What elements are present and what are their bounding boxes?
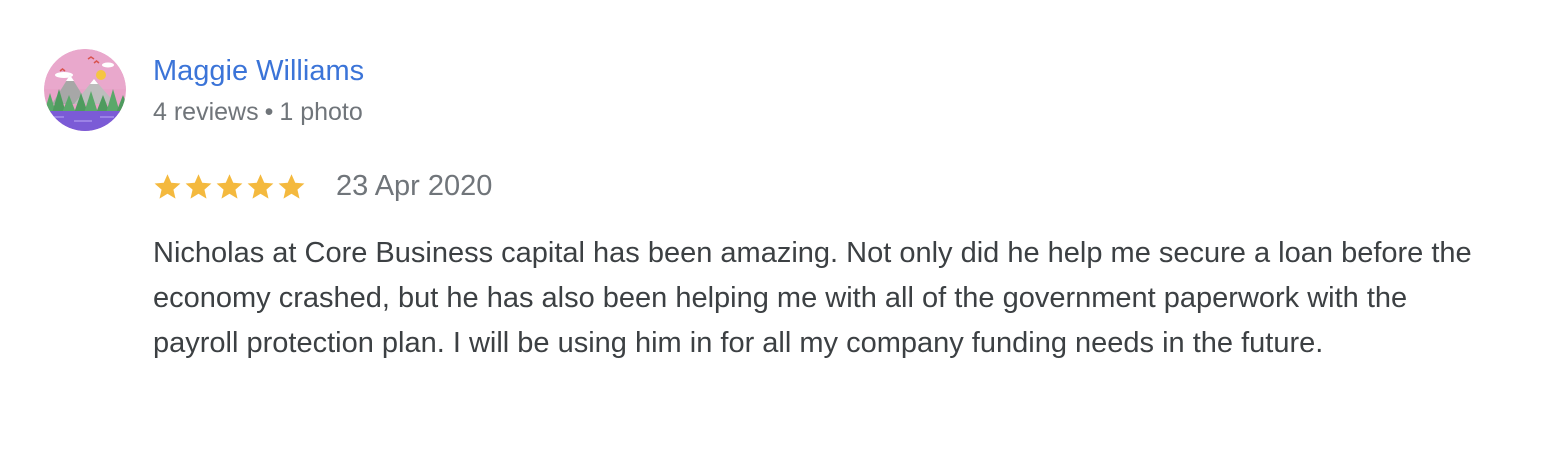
star-icon <box>154 173 181 199</box>
meta-separator: • <box>264 98 274 126</box>
landscape-avatar-icon[interactable] <box>44 49 126 131</box>
review-text: Nicholas at Core Business capital has be… <box>153 237 1472 359</box>
star-rating <box>152 170 307 202</box>
author-meta: 4 reviews • 1 photo <box>153 96 363 128</box>
review-card: Maggie Williams 4 reviews • 1 photo 23 Apr… <box>0 0 1542 449</box>
star-icon <box>185 173 212 199</box>
star-icon <box>278 173 305 199</box>
star-icon <box>247 173 274 199</box>
photo-count: 1 photo <box>279 98 363 126</box>
author-name-link[interactable]: Maggie Williams <box>153 52 364 90</box>
review-count: 4 reviews <box>153 98 259 126</box>
review-date: 23 Apr 2020 <box>336 170 493 202</box>
star-icon <box>216 173 243 199</box>
